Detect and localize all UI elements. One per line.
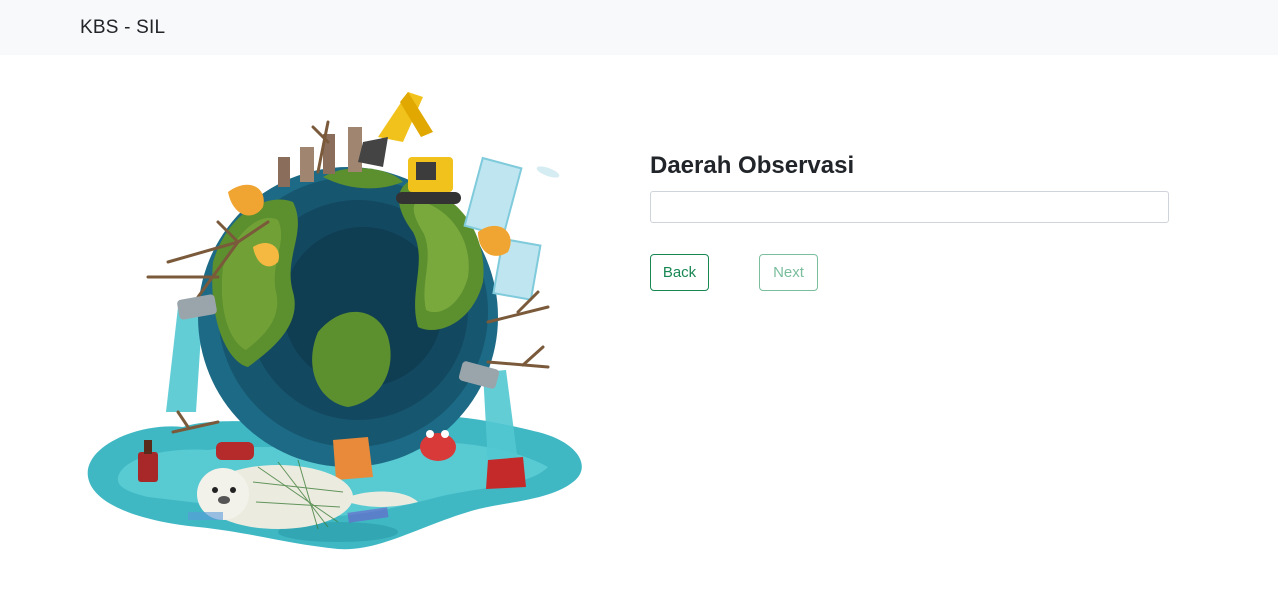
navbar: KBS - SIL [0,0,1278,55]
daerah-observasi-label: Daerah Observasi [650,152,855,179]
next-button[interactable]: Next [759,254,818,291]
daerah-observasi-input[interactable] [650,191,1169,223]
polluted-earth-illustration [78,82,588,557]
navbar-brand[interactable]: KBS - SIL [80,17,165,39]
observation-form: Daerah Observasi Back Next [650,150,1170,291]
back-button[interactable]: Back [650,254,709,291]
